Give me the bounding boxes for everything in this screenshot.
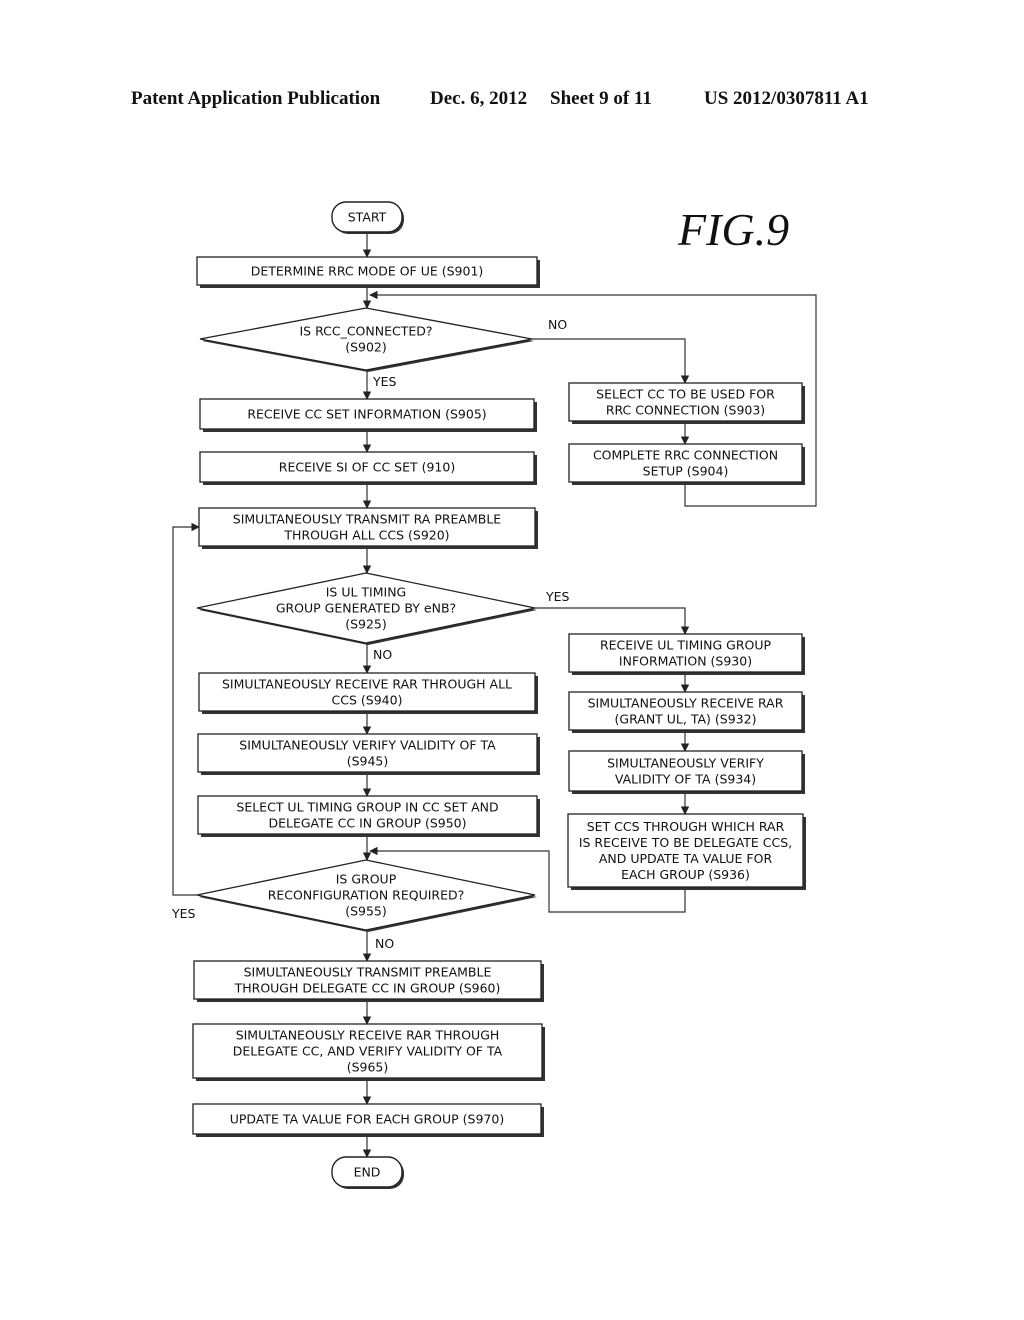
node-label: THROUGH DELEGATE CC IN GROUP (S960) [234,981,501,996]
node-label: SETUP (S904) [643,464,729,479]
node-s920: SIMULTANEOUSLY TRANSMIT RA PREAMBLETHROU… [198,507,538,549]
node-label: (S955) [345,904,387,919]
node-s925: IS UL TIMINGGROUP GENERATED BY eNB?(S925… [196,572,537,645]
node-label: RECEIVE SI OF CC SET (910) [279,460,455,475]
node-label: DELEGATE CC IN GROUP (S950) [268,816,466,831]
edge-label-s955-yes: YES [171,906,196,921]
node-s965: SIMULTANEOUSLY RECEIVE RAR THROUGHDELEGA… [192,1023,545,1081]
node-label: CCS (S940) [332,693,403,708]
node-label: SIMULTANEOUSLY TRANSMIT RA PREAMBLE [233,512,502,527]
node-label: (GRANT UL, TA) (S932) [615,712,757,727]
flow-arrow [532,338,690,384]
node-label: IS UL TIMING [326,585,407,600]
node-label: SET CCS THROUGH WHICH RAR [587,819,785,834]
node-label: START [348,210,387,225]
node-label: UPDATE TA VALUE FOR EACH GROUP (S970) [230,1112,504,1127]
node-label: AND UPDATE TA VALUE FOR [599,851,773,866]
node-label: RRC CONNECTION (S903) [606,403,765,418]
node-s940: SIMULTANEOUSLY RECEIVE RAR THROUGH ALLCC… [198,672,538,714]
node-s950: SELECT UL TIMING GROUP IN CC SET ANDDELE… [197,795,540,837]
edge-label-s925-yes: YES [545,589,570,604]
node-label: IS RECEIVE TO BE DELEGATE CCS, [579,835,792,850]
node-s930: RECEIVE UL TIMING GROUPINFORMATION (S930… [568,633,805,675]
node-label: SIMULTANEOUSLY TRANSMIT PREAMBLE [244,965,492,980]
node-label: (S925) [345,617,387,632]
node-label: IS GROUP [336,872,397,887]
node-label: DETERMINE RRC MODE OF UE (S901) [251,264,484,279]
node-s901: DETERMINE RRC MODE OF UE (S901) [196,256,540,288]
node-label: RECEIVE UL TIMING GROUP [600,638,772,653]
node-label: (S965) [347,1060,389,1075]
node-s970: UPDATE TA VALUE FOR EACH GROUP (S970) [192,1103,544,1137]
node-s932: SIMULTANEOUSLY RECEIVE RAR(GRANT UL, TA)… [568,691,805,733]
node-s955: IS GROUPRECONFIGURATION REQUIRED?(S955) [196,859,537,932]
node-start: START [331,201,404,234]
node-label: IS RCC_CONNECTED? [299,324,432,339]
node-label: VALIDITY OF TA (S934) [615,772,756,787]
node-s945: SIMULTANEOUSLY VERIFY VALIDITY OF TA(S94… [197,733,540,775]
edge-label-s902-yes: YES [372,374,397,389]
node-label: THROUGH ALL CCS (S920) [283,528,449,543]
edge-label-s955-no: NO [375,936,394,951]
node-s936: SET CCS THROUGH WHICH RARIS RECEIVE TO B… [567,813,806,890]
node-label: INFORMATION (S930) [619,654,752,669]
node-label: GROUP GENERATED BY eNB? [276,601,456,616]
node-s960: SIMULTANEOUSLY TRANSMIT PREAMBLETHROUGH … [193,960,544,1002]
flow-arrow [535,607,690,635]
node-label: COMPLETE RRC CONNECTION [593,448,778,463]
node-label: SIMULTANEOUSLY VERIFY VALIDITY OF TA [239,738,496,753]
node-s902: IS RCC_CONNECTED?(S902) [199,307,534,372]
edge-label-s925-no: NO [373,647,392,662]
node-end: END [331,1156,404,1189]
edge-label-s902-no: NO [548,317,567,332]
node-label: RECEIVE CC SET INFORMATION (S905) [247,407,486,422]
flow-arrow [172,522,200,896]
node-s905: RECEIVE CC SET INFORMATION (S905) [199,398,537,432]
node-s904: COMPLETE RRC CONNECTIONSETUP (S904) [568,443,805,485]
node-label: (S902) [345,340,387,355]
node-s903: SELECT CC TO BE USED FORRRC CONNECTION (… [568,382,805,424]
node-label: SELECT UL TIMING GROUP IN CC SET AND [236,800,498,815]
node-label: SIMULTANEOUSLY RECEIVE RAR THROUGH ALL [222,677,512,692]
flowchart: START DETERMINE RRC MODE OF UE (S901) IS R… [171,201,817,1189]
node-label: SELECT CC TO BE USED FOR [596,387,775,402]
node-s910: RECEIVE SI OF CC SET (910) [199,451,537,485]
node-label: SIMULTANEOUSLY RECEIVE RAR [588,696,784,711]
node-label: SIMULTANEOUSLY VERIFY [607,756,764,771]
node-label: RECONFIGURATION REQUIRED? [268,888,465,903]
node-s934: SIMULTANEOUSLY VERIFYVALIDITY OF TA (S93… [568,750,805,794]
node-label: END [354,1165,381,1180]
node-label: EACH GROUP (S936) [621,867,750,882]
node-label: (S945) [347,754,389,769]
node-label: DELEGATE CC, AND VERIFY VALIDITY OF TA [233,1044,503,1059]
node-label: SIMULTANEOUSLY RECEIVE RAR THROUGH [236,1028,500,1043]
